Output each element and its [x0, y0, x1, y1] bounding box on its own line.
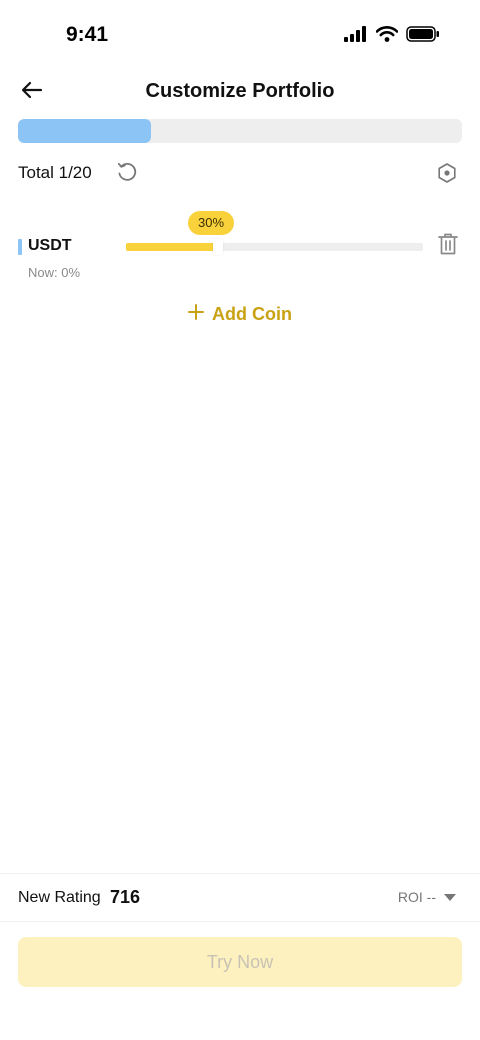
coin-color-marker — [18, 239, 22, 255]
rating-value: 716 — [110, 887, 141, 907]
trash-icon — [438, 233, 458, 260]
status-bar: 9:41 — [0, 0, 480, 70]
allocation-slider-fill — [126, 243, 215, 251]
page-title: Customize Portfolio — [145, 80, 335, 102]
reset-button[interactable] — [116, 161, 138, 183]
signal-icon — [344, 26, 368, 47]
wifi-icon — [375, 26, 399, 47]
total-progress-fill — [18, 119, 152, 143]
status-time: 9:41 — [66, 23, 109, 46]
battery-icon — [406, 26, 440, 47]
status-icons — [344, 26, 440, 47]
total-row: Total 1/20 — [18, 158, 462, 188]
header: Customize Portfolio — [0, 72, 480, 112]
caret-down-icon — [444, 893, 456, 901]
add-coin-button[interactable]: Add Coin — [0, 304, 480, 325]
rating-row: New Rating 716 ROI -- — [18, 874, 462, 921]
allocation-bubble: 30% — [187, 211, 235, 235]
coin-now-allocation: Now: 0% — [28, 265, 81, 280]
coin-symbol: USDT — [28, 237, 72, 254]
roi-label: ROI -- — [397, 889, 436, 905]
allocation-slider-thumb[interactable] — [213, 239, 223, 255]
divider — [0, 921, 480, 922]
allocation-slider[interactable] — [126, 239, 423, 255]
total-label: Total 1/20 — [18, 163, 92, 182]
settings-button[interactable] — [436, 162, 458, 184]
roi-select[interactable]: ROI -- — [398, 889, 456, 905]
add-coin-label: Add Coin — [212, 304, 292, 324]
reset-icon — [116, 162, 138, 187]
delete-coin-button[interactable] — [438, 232, 460, 256]
plus-icon — [188, 304, 204, 325]
coin-row: USDT Now: 0% 30% — [18, 210, 462, 290]
rating-label: New Rating — [18, 889, 101, 906]
try-now-button[interactable]: Try Now — [18, 937, 462, 987]
screen: 9:41 Customize Portfolio Total 1/20 USDT… — [0, 0, 480, 1040]
total-progress-bar — [18, 119, 462, 143]
hexagon-settings-icon — [436, 163, 458, 188]
